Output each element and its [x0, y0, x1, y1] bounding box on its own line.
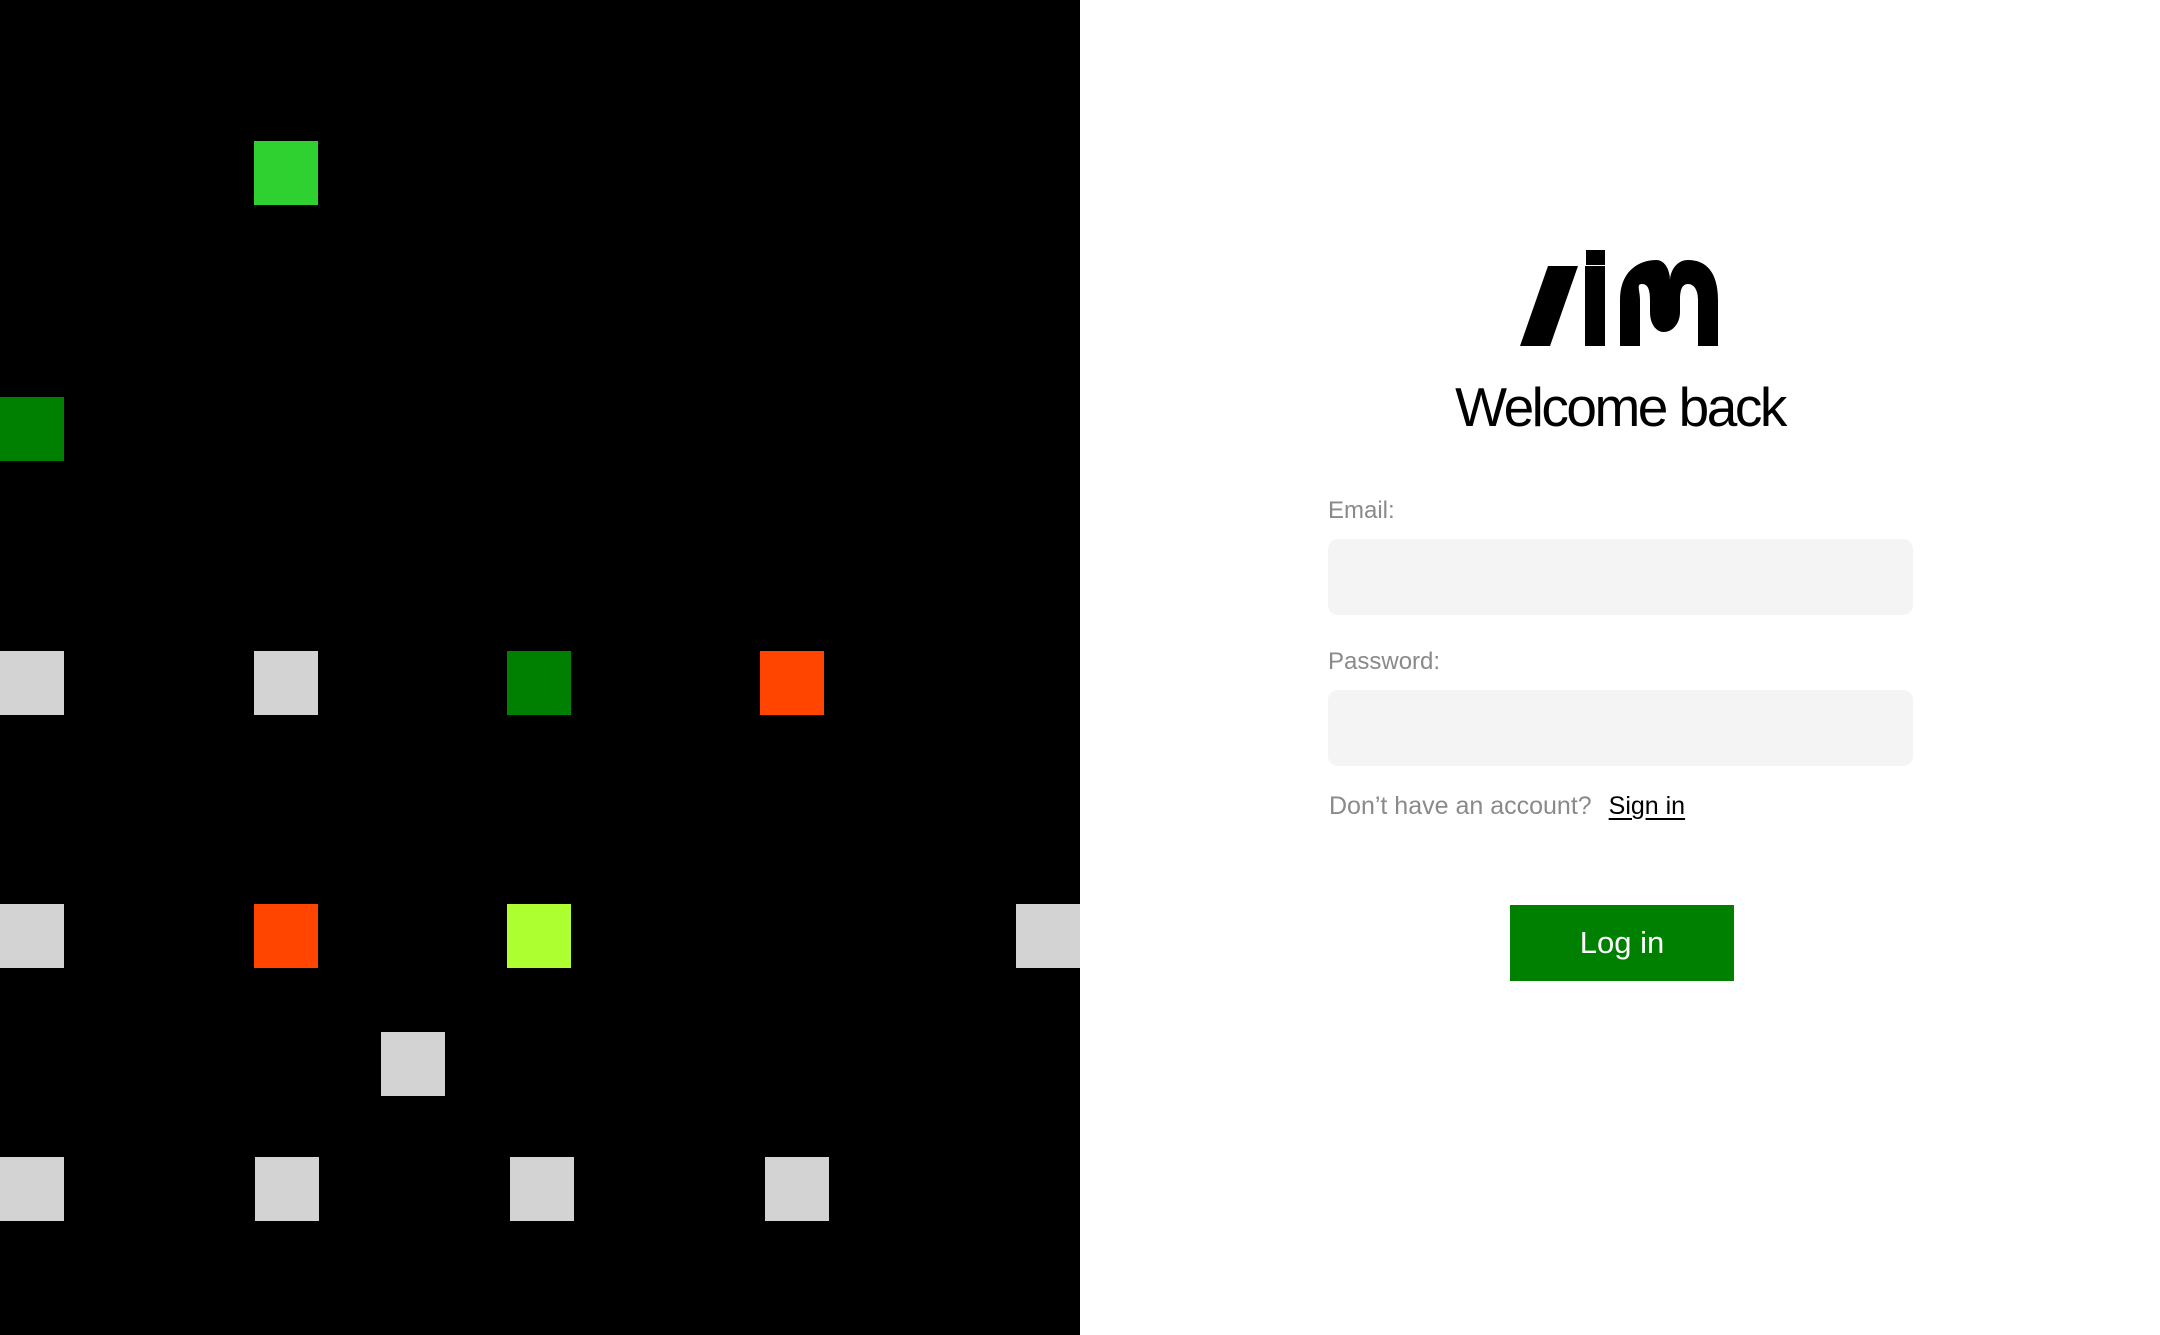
- tile-bright-green: [254, 141, 318, 205]
- tile-grey: [381, 1032, 445, 1096]
- tile-grey: [255, 1157, 319, 1221]
- sign-in-link[interactable]: Sign in: [1609, 792, 1685, 820]
- password-field[interactable]: [1328, 690, 1913, 766]
- tile-grey: [765, 1157, 829, 1221]
- signup-row: Don’t have an account? Sign in: [1329, 789, 1685, 823]
- tile-grey: [0, 904, 64, 968]
- tile-red: [254, 904, 318, 968]
- tile-grey: [1016, 904, 1080, 968]
- tile-green: [0, 397, 64, 461]
- login-panel: Welcome back Email: Password: Don’t have…: [1080, 0, 2160, 1335]
- email-field[interactable]: [1328, 539, 1913, 615]
- aim-logo-icon: [1520, 250, 1718, 346]
- decorative-tile-panel: [0, 0, 1080, 1335]
- tile-lime: [507, 904, 571, 968]
- email-label: Email:: [1328, 497, 1395, 524]
- tile-grey: [254, 651, 318, 715]
- signup-prompt: Don’t have an account?: [1329, 792, 1592, 820]
- tile-grey: [510, 1157, 574, 1221]
- tile-red: [760, 651, 824, 715]
- tile-grey: [0, 1157, 64, 1221]
- page-title: Welcome back: [1455, 376, 1787, 438]
- log-in-button[interactable]: Log in: [1510, 905, 1734, 981]
- tile-grey: [0, 651, 64, 715]
- password-label: Password:: [1328, 648, 1441, 675]
- tile-green: [507, 651, 571, 715]
